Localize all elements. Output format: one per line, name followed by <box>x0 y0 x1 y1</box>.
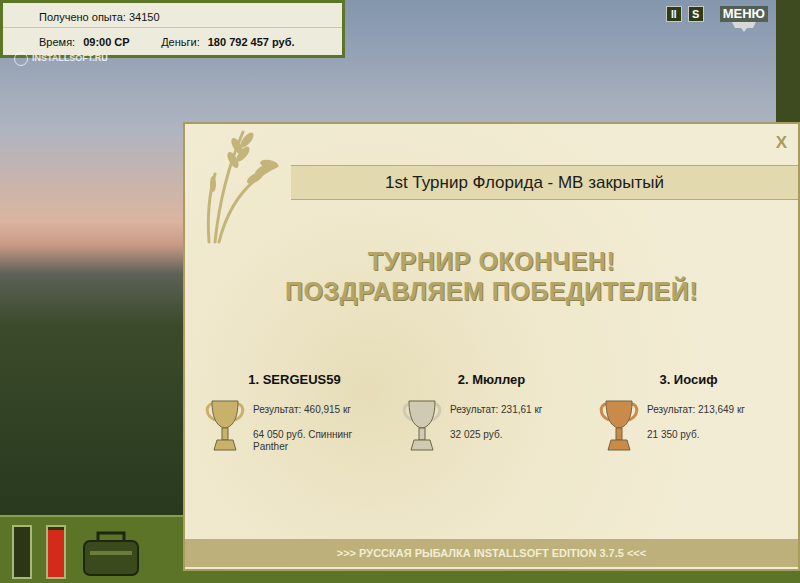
sound-button[interactable]: S <box>688 6 704 22</box>
menu-label[interactable]: МЕНЮ <box>720 6 768 22</box>
tournament-dialog: X 1st Турнир Флорида - МВ закрытый ТУРНИР … <box>183 122 800 571</box>
time-value: 09:00 СР <box>83 34 153 51</box>
close-button[interactable]: X <box>773 130 790 156</box>
headline-line: ПОЗДРАВЛЯЕМ ПОБЕДИТЕЛЕЙ! <box>285 276 698 306</box>
winner-details: Результат: 460,915 кг 64 050 руб. Спиннин… <box>253 398 373 453</box>
bag-icon[interactable] <box>80 527 142 579</box>
status-panel: Получено опыта: 34150 Время: 09:00 СР Деньг… <box>0 0 345 58</box>
trophy-icon <box>203 398 247 454</box>
menu-button[interactable]: МЕНЮ <box>720 6 768 32</box>
winner-result: Результат: 231,61 кг <box>450 402 542 417</box>
footer-text: >>> РУССКАЯ РЫБАЛКА INSTALLSOFT EDITION … <box>337 545 646 562</box>
watermark-logo-icon <box>14 52 28 66</box>
headline: ТУРНИР ОКОНЧЕН!ПОЗДРАВЛЯЕМ ПОБЕДИТЕЛЕЙ! <box>185 246 798 306</box>
winner-card: 1. SERGEUS59 Результат: 460,915 кг 64 050 … <box>199 370 390 454</box>
trophy-icon <box>400 398 444 454</box>
top-controls: II S МЕНЮ <box>666 6 768 32</box>
dialog-title: 1st Турнир Флорида - МВ закрытый <box>385 170 664 196</box>
winner-name: 3. Иосиф <box>659 370 717 390</box>
info-row: Время: 09:00 СР Деньги: 180 792 457 руб. <box>3 27 342 55</box>
winner-details: Результат: 231,61 кг 32 025 руб. <box>450 398 542 441</box>
experience-label: Получено опыта: 34150 <box>39 9 160 26</box>
meter-fill <box>48 530 64 578</box>
experience-row: Получено опыта: 34150 <box>3 3 342 25</box>
money-label: Деньги: <box>161 34 200 51</box>
winner-result: Результат: 460,915 кг <box>253 402 373 417</box>
winners-list: 1. SERGEUS59 Результат: 460,915 кг 64 050 … <box>185 370 798 454</box>
winner-name: 1. SERGEUS59 <box>248 370 341 390</box>
time-label: Время: <box>39 34 75 51</box>
gear-icon <box>729 22 759 32</box>
trophy-icon <box>597 398 641 454</box>
meter <box>12 525 32 579</box>
toolbar-strip <box>185 570 800 583</box>
dialog-header: 1st Турнир Флорида - МВ закрытый <box>185 124 798 244</box>
winner-result: Результат: 213,649 кг <box>647 402 745 417</box>
toolbar-panel <box>0 515 185 583</box>
money-value: 180 792 457 руб. <box>208 34 295 51</box>
title-bar: 1st Турнир Флорида - МВ закрытый <box>291 165 798 200</box>
winner-prize: 64 050 руб. Спиннинг Panther <box>253 429 373 453</box>
title-area: 1st Турнир Флорида - МВ закрытый <box>285 124 798 244</box>
watermark-text: INSTALLSOFT.RU <box>32 52 108 66</box>
headline-line: ТУРНИР ОКОНЧЕН! <box>368 246 615 276</box>
winner-details: Результат: 213,649 кг 21 350 руб. <box>647 398 745 441</box>
winner-row: Результат: 460,915 кг 64 050 руб. Спиннин… <box>199 398 390 454</box>
wheat-logo-icon <box>185 124 285 244</box>
winner-row: Результат: 231,61 кг 32 025 руб. <box>396 398 587 454</box>
winner-prize: 32 025 руб. <box>450 429 542 441</box>
winner-card: 2. Мюллер Результат: 231,61 кг 32 025 руб. <box>396 370 587 454</box>
watermark: INSTALLSOFT.RU <box>14 52 108 66</box>
winner-row: Результат: 213,649 кг 21 350 руб. <box>593 398 784 454</box>
winner-name: 2. Мюллер <box>458 370 526 390</box>
winner-card: 3. Иосиф Результат: 213,649 кг 21 350 руб. <box>593 370 784 454</box>
winner-prize: 21 350 руб. <box>647 429 745 441</box>
dialog-footer: >>> РУССКАЯ РЫБАЛКА INSTALLSOFT EDITION … <box>185 539 798 567</box>
pause-button[interactable]: II <box>666 6 682 22</box>
meter <box>46 525 66 579</box>
